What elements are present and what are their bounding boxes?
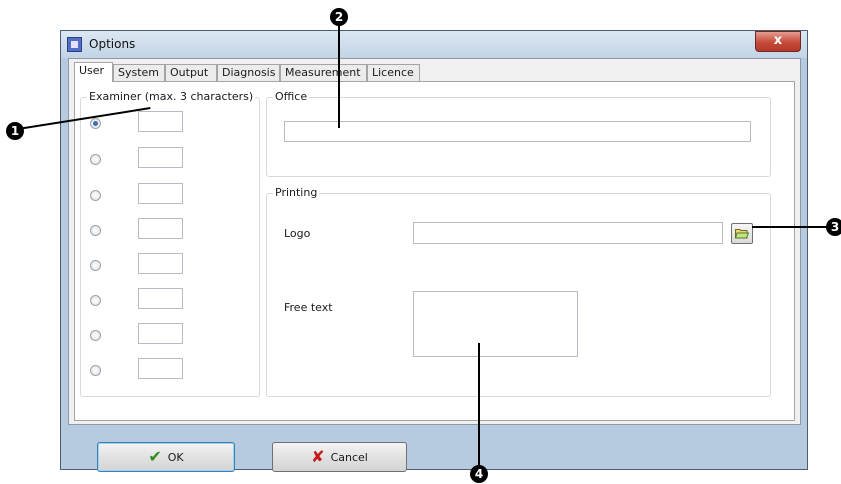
tab-system[interactable]: System	[113, 64, 165, 81]
cancel-label: Cancel	[330, 450, 368, 464]
examiner-radio-1[interactable]	[90, 118, 101, 129]
tab-licence[interactable]: Licence	[367, 64, 420, 81]
callout-3-badge: 3	[826, 218, 841, 236]
dialog-client-area: User System Output Diagnosis Measurement…	[68, 58, 801, 425]
office-input[interactable]	[284, 121, 751, 142]
options-dialog: Options x User System Output Diagnosis M…	[60, 30, 808, 472]
examiner-input-8[interactable]	[138, 358, 183, 379]
close-icon: x	[773, 33, 783, 48]
examiner-input-5[interactable]	[138, 253, 183, 274]
folder-open-icon	[735, 229, 749, 239]
tab-label: Licence	[372, 66, 414, 79]
callout-1-badge: 1	[6, 122, 24, 140]
office-group: Office	[266, 90, 771, 177]
examiner-radio-3[interactable]	[90, 190, 101, 201]
window-title: Options	[89, 37, 136, 51]
tab-label: User	[79, 64, 105, 77]
callout-4-badge: 4	[470, 465, 488, 483]
tab-label: Output	[170, 66, 209, 79]
cancel-button[interactable]: ✘ Cancel	[272, 442, 407, 472]
callout-2-line	[338, 24, 340, 128]
logo-browse-button[interactable]	[731, 223, 753, 244]
examiner-group: Examiner (max. 3 characters)	[80, 90, 260, 397]
tab-output[interactable]: Output	[165, 64, 217, 81]
examiner-input-3[interactable]	[138, 183, 183, 204]
tab-user[interactable]: User	[74, 62, 113, 82]
tab-label: Measurement	[285, 66, 361, 79]
examiner-radio-2[interactable]	[90, 154, 101, 165]
close-button[interactable]: x	[755, 31, 801, 52]
tab-measurement[interactable]: Measurement	[280, 64, 367, 81]
app-icon	[67, 37, 82, 52]
free-text-label: Free text	[284, 301, 333, 314]
tab-diagnosis[interactable]: Diagnosis	[217, 64, 280, 81]
tab-label: System	[118, 66, 160, 79]
ok-label: OK	[167, 450, 184, 464]
tab-label: Diagnosis	[222, 66, 276, 79]
free-text-area[interactable]	[413, 291, 578, 357]
examiner-radio-6[interactable]	[90, 295, 101, 306]
examiner-input-1[interactable]	[138, 111, 183, 132]
examiner-radio-7[interactable]	[90, 330, 101, 341]
ok-button[interactable]: ✔ OK	[97, 442, 235, 472]
examiner-input-2[interactable]	[138, 147, 183, 168]
user-tab-page: Examiner (max. 3 characters) Office Prin…	[74, 81, 795, 421]
callout-4-line	[478, 343, 480, 470]
printing-group: Printing Logo Free text	[266, 186, 771, 397]
examiner-input-4[interactable]	[138, 218, 183, 239]
callout-2-badge: 2	[330, 8, 348, 26]
logo-path-input[interactable]	[413, 222, 723, 244]
examiner-input-6[interactable]	[138, 288, 183, 309]
x-mark-icon: ✘	[311, 447, 325, 466]
examiner-input-7[interactable]	[138, 323, 183, 344]
examiner-radio-4[interactable]	[90, 225, 101, 236]
title-bar: Options x	[61, 31, 807, 58]
callout-3-line	[752, 226, 830, 228]
office-group-title: Office	[273, 90, 310, 103]
logo-label: Logo	[284, 227, 311, 240]
checkmark-icon: ✔	[148, 447, 162, 466]
examiner-radio-8[interactable]	[90, 365, 101, 376]
examiner-radio-5[interactable]	[90, 260, 101, 271]
examiner-group-title: Examiner (max. 3 characters)	[87, 90, 256, 103]
button-bar: ✔ OK ✘ Cancel	[68, 425, 801, 472]
printing-group-title: Printing	[273, 186, 320, 199]
